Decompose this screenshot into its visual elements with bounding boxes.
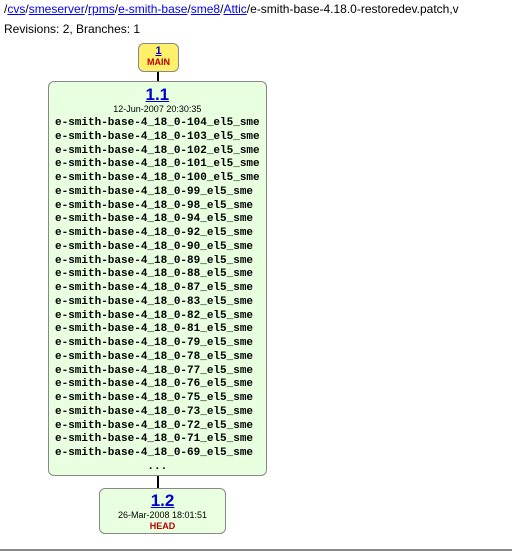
connector-line	[157, 474, 159, 488]
revision-number: 1.1	[55, 86, 260, 103]
ellipsis: ...	[55, 461, 260, 473]
path-seg-esmithbase[interactable]: e-smith-base	[118, 2, 187, 16]
revision-date: 26-Mar-2008 18:01:51	[118, 511, 207, 520]
branch-label: MAIN	[147, 58, 170, 67]
tag-item: e-smith-base-4_18_0-81_el5_sme	[55, 323, 260, 337]
path-seg-cvs[interactable]: cvs	[7, 2, 25, 16]
tag-item: e-smith-base-4_18_0-92_el5_sme	[55, 227, 260, 241]
tag-item: e-smith-base-4_18_0-99_el5_sme	[55, 186, 260, 200]
tag-item: e-smith-base-4_18_0-103_el5_sme	[55, 131, 260, 145]
path-seg-smeserver[interactable]: smeserver	[29, 2, 85, 16]
header-path: /cvs/smeserver/rpms/e-smith-base/sme8/At…	[0, 0, 512, 20]
path-filename: e-smith-base-4.18.0-restoredev.patch,v	[250, 2, 459, 16]
tag-item: e-smith-base-4_18_0-73_el5_sme	[55, 406, 260, 420]
tag-item: e-smith-base-4_18_0-94_el5_sme	[55, 213, 260, 227]
tag-item: e-smith-base-4_18_0-100_el5_sme	[55, 172, 260, 186]
revision-node-1-1[interactable]: 1.1 12-Jun-2007 20:30:35 e-smith-base-4_…	[48, 81, 267, 476]
header-stats: Revisions: 2, Branches: 1	[0, 20, 512, 40]
branch-node[interactable]: 1 MAIN	[138, 43, 179, 72]
revision-node-1-2[interactable]: 1.2 26-Mar-2008 18:01:51 HEAD	[99, 488, 226, 534]
tag-item: e-smith-base-4_18_0-101_el5_sme	[55, 158, 260, 172]
path-text: /cvs/smeserver/rpms/e-smith-base/sme8/At…	[4, 2, 459, 16]
head-label: HEAD	[118, 522, 207, 531]
tag-item: e-smith-base-4_18_0-89_el5_sme	[55, 255, 260, 269]
tag-item: e-smith-base-4_18_0-104_el5_sme	[55, 117, 260, 131]
path-seg-rpms[interactable]: rpms	[88, 2, 115, 16]
branches-label: , Branches:	[69, 22, 133, 36]
tag-item: e-smith-base-4_18_0-90_el5_sme	[55, 241, 260, 255]
revision-number: 1.2	[118, 492, 207, 509]
path-seg-attic[interactable]: Attic	[223, 2, 246, 16]
branch-number: 1	[147, 46, 170, 57]
tag-item: e-smith-base-4_18_0-71_el5_sme	[55, 433, 260, 447]
tag-item: e-smith-base-4_18_0-76_el5_sme	[55, 378, 260, 392]
path-seg-sme8[interactable]: sme8	[191, 2, 220, 16]
tag-item: e-smith-base-4_18_0-75_el5_sme	[55, 392, 260, 406]
tag-item: e-smith-base-4_18_0-87_el5_sme	[55, 282, 260, 296]
tag-item: e-smith-base-4_18_0-72_el5_sme	[55, 420, 260, 434]
tag-item: e-smith-base-4_18_0-98_el5_sme	[55, 200, 260, 214]
tag-item: e-smith-base-4_18_0-69_el5_sme	[55, 447, 260, 461]
tag-list: e-smith-base-4_18_0-104_el5_smee-smith-b…	[55, 117, 260, 461]
revisions-label: Revisions:	[4, 22, 63, 36]
revision-date: 12-Jun-2007 20:30:35	[55, 105, 260, 114]
tag-item: e-smith-base-4_18_0-78_el5_sme	[55, 351, 260, 365]
tag-item: e-smith-base-4_18_0-79_el5_sme	[55, 337, 260, 351]
branches-value: 1	[133, 22, 140, 36]
tag-item: e-smith-base-4_18_0-88_el5_sme	[55, 268, 260, 282]
tag-item: e-smith-base-4_18_0-83_el5_sme	[55, 296, 260, 310]
tag-item: e-smith-base-4_18_0-82_el5_sme	[55, 310, 260, 324]
tag-item: e-smith-base-4_18_0-102_el5_sme	[55, 145, 260, 159]
revision-graph: 1 MAIN 1.1 12-Jun-2007 20:30:35 e-smith-…	[0, 39, 512, 549]
tag-item: e-smith-base-4_18_0-77_el5_sme	[55, 365, 260, 379]
